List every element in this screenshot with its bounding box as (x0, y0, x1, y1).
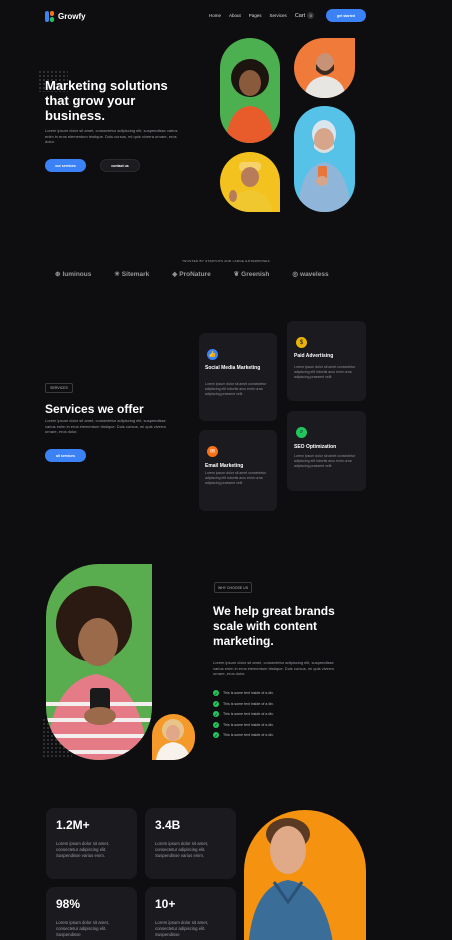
brand-greenish: ❦ Greenish (233, 270, 270, 279)
stat-value: 3.4B (155, 818, 181, 832)
stat-value: 10+ (155, 897, 176, 911)
service-card-paid[interactable]: $ Paid Advertising Lorem ipsum dolor sit… (287, 321, 366, 401)
all-services-button[interactable]: all services (45, 449, 86, 462)
luminous-icon: ⊕ (55, 271, 61, 278)
greenish-icon: ❦ (233, 271, 240, 278)
check-item: ✓ This is some text inside of a div. (213, 700, 274, 707)
card-title: SEO Optimization (294, 444, 337, 450)
stat-card: 1.2M+ Lorem ipsum dolor sit amet, consec… (46, 808, 137, 879)
check-icon: ✓ (213, 711, 219, 717)
check-icon: ✓ (213, 690, 219, 696)
card-body: Lorem ipsum dolor sit amet consectetur a… (294, 454, 356, 468)
brand-pronature: ◈ ProNature (172, 270, 211, 279)
brand-name: Growfy (58, 11, 86, 21)
nav-link-about[interactable]: About (229, 13, 241, 18)
brand-luminous: ⊕ luminous (55, 270, 92, 279)
check-item: ✓ This is some text inside of a div. (213, 690, 274, 696)
service-card-social[interactable]: 👍 Social Media Marketing Lorem ipsum dol… (199, 333, 277, 421)
nav-link-pages[interactable]: Pages (249, 13, 262, 18)
thumbs-up-icon: 👍 (207, 349, 218, 360)
services-tag: SERVICES (45, 383, 73, 393)
stats-photo-man (244, 810, 366, 940)
why-photo-woman-phone (46, 564, 152, 760)
card-body: Lorem ipsum dolor sit amet consectetur a… (294, 365, 356, 379)
card-title: Social Media Marketing (205, 365, 261, 371)
mail-icon: ✉ (207, 446, 218, 457)
service-card-seo[interactable]: ⌕ SEO Optimization Lorem ipsum dolor sit… (287, 411, 366, 491)
brand-logo[interactable]: Growfy (45, 9, 86, 23)
stat-body: Lorem ipsum dolor sit amet, consectetur … (155, 841, 209, 858)
why-photo-woman-surprised (152, 714, 195, 760)
cart-label: Cart (294, 12, 306, 19)
dollar-icon: $ (296, 337, 307, 348)
card-body: Lorem ipsum dolor sit amet consectetur a… (205, 382, 267, 396)
stat-body: Lorem ipsum dolor sit amet, consectetur … (56, 920, 110, 937)
check-item: ✓ This is some text inside of a div. (213, 732, 274, 738)
stat-body: Lorem ipsum dolor sit amet, consectetur … (155, 920, 209, 937)
nav-link-services[interactable]: Services (270, 13, 287, 18)
stat-value: 1.2M+ (56, 818, 90, 832)
check-icon: ✓ (213, 700, 219, 707)
main-nav: Home About Pages Services Cart 0 (209, 12, 315, 19)
get-started-button[interactable]: get started (326, 9, 366, 22)
contact-us-button[interactable]: contact us (100, 159, 140, 172)
stat-card: 3.4B Lorem ipsum dolor sit amet, consect… (145, 808, 236, 879)
stat-value: 98% (56, 897, 81, 911)
why-body: Lorem ipsum dolor sit amet, consectetur … (213, 660, 334, 676)
waveless-icon: ◎ (292, 271, 299, 278)
check-icon: ✓ (213, 721, 219, 728)
card-title: Paid Advertising (294, 353, 334, 359)
service-card-email[interactable]: ✉ Email Marketing Lorem ipsum dolor sit … (199, 430, 277, 511)
hero-photo-older-man (294, 106, 355, 212)
hero-photo-man-beard (294, 38, 355, 98)
hero-title: Marketing solutions that grow your busin… (45, 78, 168, 123)
hero-photo-woman (220, 38, 280, 143)
services-body: Lorem ipsum dolor sit amet, consectetur … (45, 418, 166, 434)
cart-count-badge: 0 (307, 12, 315, 19)
brand-waveless: ◎ waveless (292, 270, 329, 279)
stat-card: 10+ Lorem ipsum dolor sit amet, consecte… (145, 887, 236, 940)
card-title: Email Marketing (205, 463, 244, 469)
sitemark-icon: ✳ (114, 271, 120, 278)
why-title: We help great brands scale with content … (213, 604, 335, 648)
hero-photo-man-hat (220, 152, 280, 212)
check-item: ✓ This is some text inside of a div. (213, 721, 274, 728)
card-body: Lorem ipsum dolor sit amet consectetur a… (205, 471, 267, 485)
logo-mark-icon (45, 10, 55, 22)
stat-card: 98% Lorem ipsum dolor sit amet, consecte… (46, 887, 137, 940)
hero-body: Lorem ipsum dolor sit amet, consectetur … (45, 128, 178, 144)
brand-sitemark: ✳ Sitemark (114, 270, 150, 279)
our-services-button[interactable]: our services (45, 159, 86, 172)
stat-body: Lorem ipsum dolor sit amet, consectetur … (56, 841, 110, 858)
nav-link-home[interactable]: Home (209, 13, 221, 18)
check-item: ✓ This is some text inside of a div. (213, 711, 274, 717)
search-icon: ⌕ (296, 427, 307, 438)
brand-logos: ⊕ luminous ✳ Sitemark ◈ ProNature ❦ Greenish… (55, 270, 329, 279)
check-icon: ✓ (213, 732, 219, 738)
trusted-label: TRUSTED BY STARTUPS AND LARGE ENTERPRISE… (182, 259, 270, 263)
pronature-icon: ◈ (172, 271, 178, 278)
why-tag: WHY CHOOSE US (214, 582, 252, 593)
services-title: Services we offer (45, 402, 144, 416)
cart-button[interactable]: Cart 0 (294, 12, 315, 19)
check-list: ✓ This is some text inside of a div. ✓ Thi… (213, 690, 274, 738)
